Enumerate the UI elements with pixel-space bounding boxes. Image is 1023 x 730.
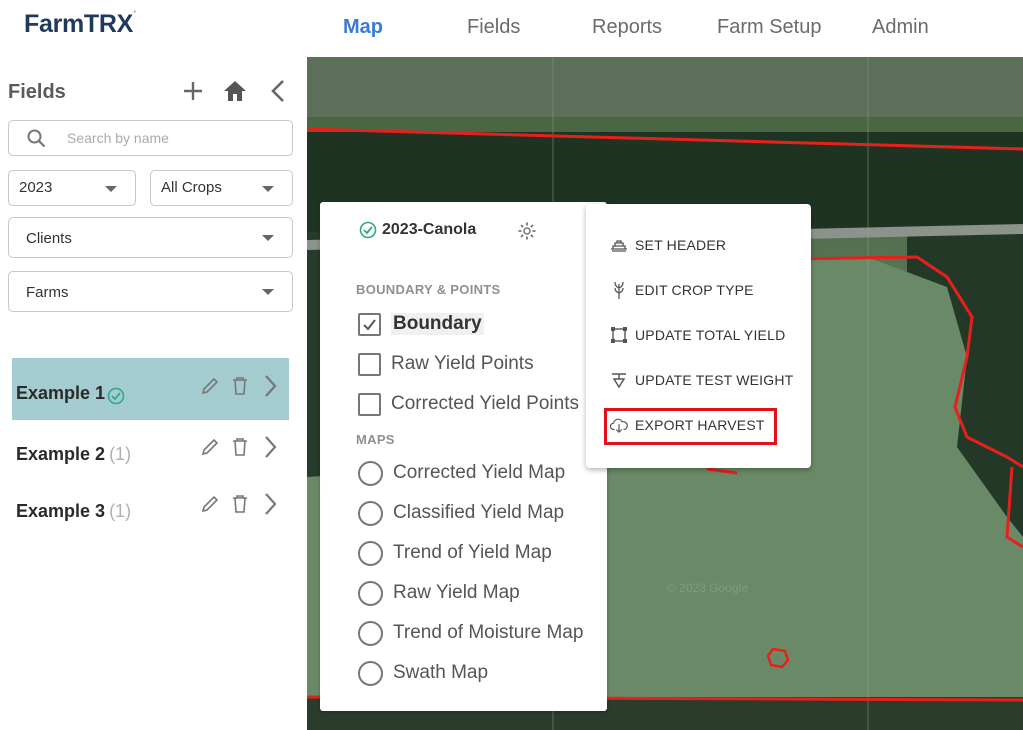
raw-yield-map-radio[interactable]: Raw Yield Map — [358, 580, 520, 606]
map-option-label: Classified Yield Map — [393, 502, 565, 523]
set-header-menu-item[interactable]: SET HEADER — [610, 233, 726, 257]
farms-select-value: Farms — [26, 284, 69, 301]
nav-farm-setup[interactable]: Farm Setup — [717, 16, 821, 39]
raw-yield-points-label: Raw Yield Points — [391, 353, 534, 374]
delete-icon[interactable] — [228, 492, 252, 516]
crop-select-value: All Crops — [161, 179, 222, 196]
trend-of-moisture-map-radio[interactable]: Trend of Moisture Map — [358, 620, 583, 646]
map-option-label: Swath Map — [393, 662, 489, 683]
field-row-example-2[interactable]: Example 2 (1) — [12, 419, 289, 481]
field-name-text: Example 3 — [16, 501, 106, 521]
raw-yield-points-checkbox[interactable]: Raw Yield Points — [358, 351, 534, 377]
menu-item-label: EDIT CROP TYPE — [635, 282, 754, 298]
radio-icon — [358, 540, 383, 566]
classified-yield-map-radio[interactable]: Classified Yield Map — [358, 500, 564, 526]
radio-icon — [358, 500, 383, 526]
nav-admin[interactable]: Admin — [872, 16, 929, 39]
year-select-value: 2023 — [19, 179, 53, 196]
corrected-yield-points-label: Corrected Yield Points — [391, 393, 579, 414]
field-name: Example 3 (1) — [16, 501, 131, 522]
fields-sidebar: Fields 2023 All Crops Clients Farms Exam… — [0, 57, 307, 730]
map-option-label: Trend of Moisture Map — [393, 622, 584, 643]
farms-select[interactable]: Farms — [8, 271, 293, 312]
map-option-label: Trend of Yield Map — [393, 542, 552, 563]
radio-icon — [358, 620, 383, 646]
logo-trademark: ´ — [133, 10, 137, 22]
search-icon — [27, 129, 46, 153]
radio-icon — [358, 580, 383, 606]
edit-icon[interactable] — [198, 374, 222, 398]
nav-fields[interactable]: Fields — [467, 16, 520, 39]
update-test-weight-menu-item[interactable]: UPDATE TEST WEIGHT — [610, 368, 793, 392]
home-icon[interactable] — [221, 77, 249, 105]
field-count: (1) — [109, 501, 132, 521]
radio-icon — [358, 660, 383, 686]
field-name-text: Example 2 — [16, 444, 106, 464]
chevron-down-icon — [262, 235, 274, 241]
swath-map-radio[interactable]: Swath Map — [358, 660, 488, 686]
crop-frame-icon — [610, 326, 628, 344]
corrected-yield-points-checkbox[interactable]: Corrected Yield Points — [358, 391, 579, 417]
edit-crop-type-menu-item[interactable]: EDIT CROP TYPE — [610, 278, 754, 302]
edit-icon[interactable] — [198, 492, 222, 516]
chevron-right-icon[interactable] — [258, 492, 282, 516]
field-name: Example 1 — [16, 383, 105, 404]
chevron-down-icon — [262, 186, 274, 192]
harvest-actions-menu: SET HEADER EDIT CROP TYPE UPDATE TOTAL Y… — [586, 204, 811, 468]
check-circle-icon — [356, 218, 380, 242]
logo-text: FarmTRX — [24, 10, 134, 38]
edit-icon[interactable] — [198, 435, 222, 459]
harvest-name[interactable]: 2023-Canola — [382, 221, 476, 239]
checkbox-checked-icon — [358, 312, 381, 336]
layers-panel: 2023-Canola BOUNDARY & POINTS Boundary R… — [320, 202, 607, 711]
checkbox-icon — [358, 352, 381, 376]
delete-icon[interactable] — [228, 435, 252, 459]
wheat-icon — [610, 281, 628, 299]
clients-select-value: Clients — [26, 230, 72, 247]
trend-of-yield-map-radio[interactable]: Trend of Yield Map — [358, 540, 552, 566]
menu-item-label: UPDATE TEST WEIGHT — [635, 372, 794, 388]
scale-icon — [610, 371, 628, 389]
menu-item-label: UPDATE TOTAL YIELD — [635, 327, 786, 343]
field-count: (1) — [109, 444, 132, 464]
chevron-right-icon[interactable] — [258, 435, 282, 459]
chevron-down-icon — [105, 186, 117, 192]
gear-icon[interactable] — [515, 219, 539, 243]
nav-map[interactable]: Map — [343, 16, 383, 39]
crop-select[interactable]: All Crops — [150, 170, 293, 206]
add-icon[interactable] — [179, 77, 207, 105]
export-harvest-highlight — [604, 408, 777, 445]
checkbox-icon — [358, 392, 381, 416]
nav-reports[interactable]: Reports — [592, 16, 662, 39]
boundary-label: Boundary — [391, 313, 484, 335]
collapse-sidebar-icon[interactable] — [264, 77, 292, 105]
field-row-example-3[interactable]: Example 3 (1) — [12, 476, 289, 538]
section-maps: MAPS — [356, 432, 395, 447]
radio-icon — [358, 460, 383, 486]
field-name: Example 2 (1) — [16, 444, 131, 465]
update-total-yield-menu-item[interactable]: UPDATE TOTAL YIELD — [610, 323, 785, 347]
clients-select[interactable]: Clients — [8, 217, 293, 258]
search-box — [8, 120, 293, 156]
menu-item-label: SET HEADER — [635, 237, 727, 253]
chevron-right-icon[interactable] — [258, 374, 282, 398]
field-row-example-1[interactable]: Example 1 — [12, 358, 289, 420]
map-option-label: Corrected Yield Map — [393, 462, 566, 483]
header-icon — [610, 236, 628, 254]
section-boundary-points: BOUNDARY & POINTS — [356, 282, 501, 297]
logo[interactable]: FarmTRX´ — [24, 10, 137, 39]
map-watermark: © 2023 Google — [667, 581, 748, 595]
sidebar-title: Fields — [8, 81, 66, 103]
corrected-yield-map-radio[interactable]: Corrected Yield Map — [358, 460, 565, 486]
check-circle-icon — [104, 384, 128, 408]
boundary-checkbox[interactable]: Boundary — [358, 311, 484, 337]
delete-icon[interactable] — [228, 374, 252, 398]
search-input[interactable] — [67, 128, 277, 148]
year-select[interactable]: 2023 — [8, 170, 136, 206]
field-name-text: Example 1 — [16, 383, 106, 403]
map-option-label: Raw Yield Map — [393, 582, 520, 603]
top-navigation: FarmTRX´ Map Fields Reports Farm Setup A… — [0, 0, 1023, 57]
chevron-down-icon — [262, 289, 274, 295]
